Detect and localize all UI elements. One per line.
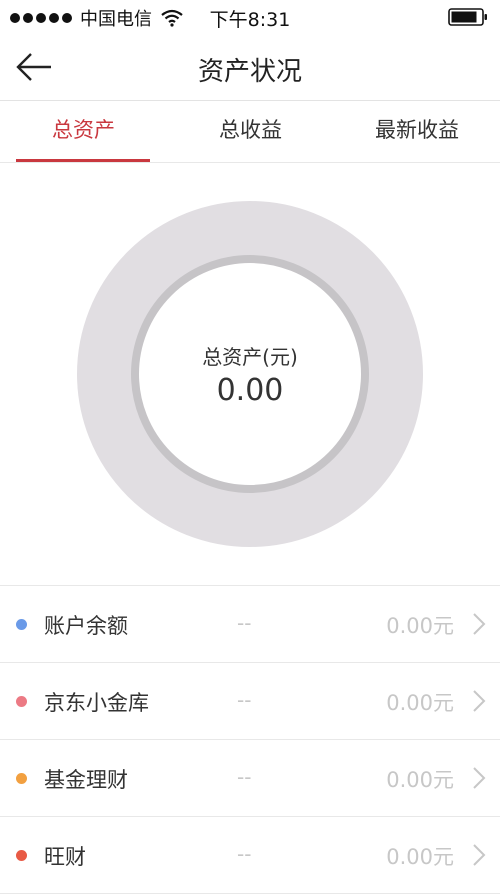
- asset-amount: 0.00元: [386, 845, 454, 869]
- battery-icon: [448, 8, 487, 26]
- active-tab-indicator: [16, 159, 150, 162]
- asset-percent: --: [237, 611, 252, 635]
- asset-percent: --: [237, 765, 252, 789]
- asset-row-xiaojinku[interactable]: 京东小金库 -- 0.00元: [0, 663, 500, 740]
- asset-amount: 0.00元: [386, 691, 454, 715]
- asset-row-account-balance[interactable]: 账户余额 -- 0.00元: [0, 586, 500, 663]
- tab-total-income[interactable]: 总收益: [167, 100, 334, 162]
- asset-percent: --: [237, 842, 252, 866]
- tab-bar: 总资产 总收益 最新收益: [0, 100, 500, 163]
- nav-bar: 资产状况: [0, 34, 500, 101]
- asset-percent: --: [237, 688, 252, 712]
- account-balance-dot: [16, 619, 27, 630]
- asset-row-fund[interactable]: 基金理财 -- 0.00元: [0, 740, 500, 817]
- chevron-right-icon: [473, 690, 486, 712]
- status-bar: 中国电信 下午8:31: [0, 0, 500, 34]
- page-title: 资产状况: [197, 57, 302, 87]
- chevron-right-icon: [473, 767, 486, 789]
- asset-amount: 0.00元: [386, 614, 454, 638]
- asset-list: 账户余额 -- 0.00元 京东小金库 -- 0.00元 基金理财 -- 0.0…: [0, 585, 500, 894]
- asset-name: 账户余额: [44, 614, 128, 638]
- asset-row-wangcai[interactable]: 旺财 -- 0.00元: [0, 817, 500, 894]
- tab-total-assets[interactable]: 总资产: [0, 100, 167, 162]
- wangcai-dot: [16, 850, 27, 861]
- chevron-right-icon: [473, 613, 486, 635]
- asset-name: 旺财: [44, 845, 86, 869]
- fund-dot: [16, 773, 27, 784]
- donut-center-value: 0.00: [216, 373, 284, 408]
- asset-name: 基金理财: [44, 768, 128, 792]
- status-time: 下午8:31: [209, 9, 291, 31]
- chevron-right-icon: [473, 844, 486, 866]
- xiaojinku-dot: [16, 696, 27, 707]
- tab-latest-income[interactable]: 最新收益: [334, 100, 500, 162]
- donut-center-label: 总资产(元): [202, 345, 298, 369]
- asset-chart: 总资产(元) 0.00: [0, 163, 500, 585]
- asset-name: 京东小金库: [44, 691, 149, 715]
- asset-amount: 0.00元: [386, 768, 454, 792]
